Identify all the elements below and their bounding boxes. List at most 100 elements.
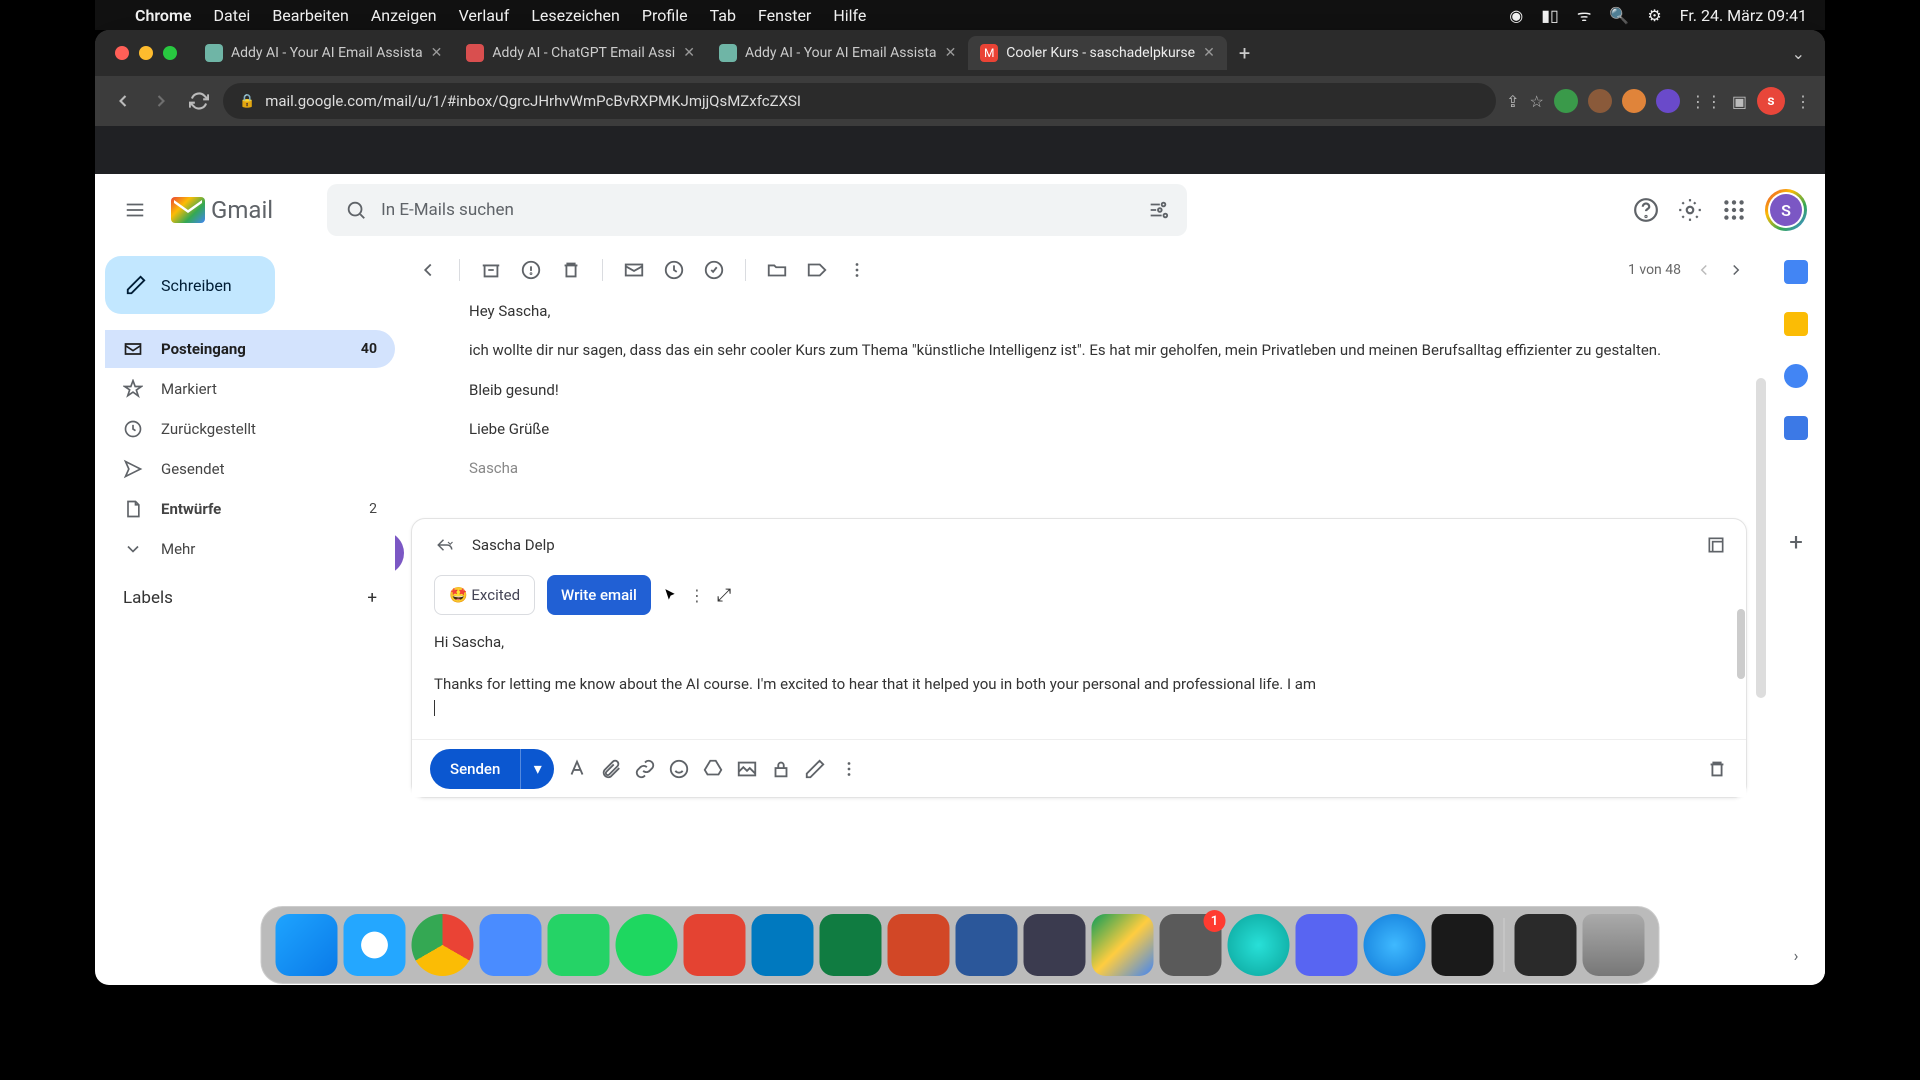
delete-icon[interactable] bbox=[560, 259, 582, 281]
dock-excel[interactable] bbox=[820, 914, 882, 976]
sidebar-item-inbox[interactable]: Posteingang 40 bbox=[105, 330, 395, 368]
dock-app-grid[interactable] bbox=[1515, 914, 1577, 976]
control-center-icon[interactable]: ⚙︎ bbox=[1647, 6, 1661, 25]
add-label-button[interactable]: + bbox=[367, 588, 377, 608]
dock-whatsapp[interactable] bbox=[548, 914, 610, 976]
window-zoom-button[interactable] bbox=[163, 46, 177, 60]
extension-icon[interactable] bbox=[1622, 89, 1646, 113]
tab-close-icon[interactable]: ✕ bbox=[683, 45, 695, 61]
spotlight-icon[interactable]: 🔍 bbox=[1609, 6, 1629, 25]
tune-icon[interactable] bbox=[1147, 199, 1169, 221]
clock[interactable]: Fr. 24. März 09:41 bbox=[1680, 6, 1807, 25]
extension-icon[interactable] bbox=[1656, 89, 1680, 113]
dock-discord[interactable] bbox=[1296, 914, 1358, 976]
browser-tab[interactable]: Addy AI - Your AI Email Assista ✕ bbox=[193, 36, 454, 70]
addy-menu-icon[interactable]: ⋮ bbox=[689, 586, 705, 605]
drive-icon[interactable] bbox=[702, 758, 724, 780]
move-to-icon[interactable] bbox=[766, 259, 788, 281]
mark-unread-icon[interactable] bbox=[623, 259, 645, 281]
label-icon[interactable] bbox=[806, 259, 828, 281]
menu-bearbeiten[interactable]: Bearbeiten bbox=[272, 6, 349, 25]
signature-icon[interactable] bbox=[804, 758, 826, 780]
address-bar[interactable]: 🔒 mail.google.com/mail/u/1/#inbox/QgrcJH… bbox=[223, 83, 1496, 119]
keep-panel-icon[interactable] bbox=[1784, 312, 1808, 336]
account-avatar[interactable]: S bbox=[1765, 189, 1807, 231]
dock-imovie[interactable] bbox=[1024, 914, 1086, 976]
more-menu-icon[interactable] bbox=[846, 259, 868, 281]
pager-prev-icon[interactable] bbox=[1695, 261, 1713, 279]
calendar-panel-icon[interactable] bbox=[1784, 260, 1808, 284]
dock-drive[interactable] bbox=[1092, 914, 1154, 976]
confidential-icon[interactable] bbox=[770, 758, 792, 780]
share-icon[interactable]: ⇪ bbox=[1506, 92, 1519, 111]
reply-type-icon[interactable] bbox=[432, 536, 458, 554]
compose-button[interactable]: Schreiben bbox=[105, 256, 275, 314]
menu-lesezeichen[interactable]: Lesezeichen bbox=[531, 6, 620, 25]
tab-close-icon[interactable]: ✕ bbox=[945, 45, 957, 61]
back-icon[interactable] bbox=[417, 259, 439, 281]
menu-tab[interactable]: Tab bbox=[710, 6, 736, 25]
dock-spotify[interactable] bbox=[616, 914, 678, 976]
help-icon[interactable] bbox=[1633, 197, 1659, 223]
tone-chip[interactable]: 🤩 Excited bbox=[434, 575, 535, 615]
spam-icon[interactable] bbox=[520, 259, 542, 281]
tab-overflow-button[interactable]: ⌄ bbox=[1782, 44, 1815, 63]
snooze-icon[interactable] bbox=[663, 259, 685, 281]
sidebar-item-snoozed[interactable]: Zurückgestellt bbox=[105, 410, 395, 448]
dock-quicktime[interactable] bbox=[1364, 914, 1426, 976]
tasks-panel-icon[interactable] bbox=[1784, 364, 1808, 388]
sidebar-item-starred[interactable]: Markiert bbox=[105, 370, 395, 408]
emoji-icon[interactable] bbox=[668, 758, 690, 780]
dock-chrome[interactable] bbox=[412, 914, 474, 976]
browser-menu-icon[interactable]: ⋮ bbox=[1795, 92, 1811, 111]
dock-todoist[interactable] bbox=[684, 914, 746, 976]
dock-powerpoint[interactable] bbox=[888, 914, 950, 976]
gmail-logo[interactable]: Gmail bbox=[171, 196, 273, 224]
expand-arrow-icon[interactable]: ⤢ bbox=[717, 585, 731, 606]
browser-tab-active[interactable]: M Cooler Kurs - saschadelpkurse ✕ bbox=[968, 36, 1227, 70]
compose-more-icon[interactable] bbox=[838, 758, 860, 780]
new-tab-button[interactable]: + bbox=[1227, 41, 1262, 65]
add-task-icon[interactable] bbox=[703, 259, 725, 281]
menu-hilfe[interactable]: Hilfe bbox=[833, 6, 866, 25]
dock-app[interactable] bbox=[1228, 914, 1290, 976]
browser-profile-avatar[interactable]: s bbox=[1757, 87, 1785, 115]
browser-tab[interactable]: Addy AI - ChatGPT Email Assi ✕ bbox=[454, 36, 707, 70]
nav-forward-button[interactable] bbox=[147, 87, 175, 115]
discard-button[interactable] bbox=[1706, 758, 1728, 780]
extensions-menu-icon[interactable]: ⋮⋮ bbox=[1690, 92, 1722, 111]
sidepanel-icon[interactable]: ▣ bbox=[1732, 92, 1747, 111]
contacts-panel-icon[interactable] bbox=[1784, 416, 1808, 440]
dock-settings[interactable]: 1 bbox=[1160, 914, 1222, 976]
image-icon[interactable] bbox=[736, 758, 758, 780]
extension-icon[interactable] bbox=[1554, 89, 1578, 113]
menu-verlauf[interactable]: Verlauf bbox=[459, 6, 510, 25]
reply-scrollbar[interactable] bbox=[1737, 609, 1745, 679]
collapse-panel-button[interactable]: › bbox=[1794, 946, 1799, 965]
link-icon[interactable] bbox=[634, 758, 656, 780]
window-close-button[interactable] bbox=[115, 46, 129, 60]
scrollbar[interactable] bbox=[1756, 378, 1766, 698]
star-icon[interactable]: ☆ bbox=[1530, 92, 1544, 111]
settings-icon[interactable] bbox=[1677, 197, 1703, 223]
search-input[interactable]: In E-Mails suchen bbox=[327, 184, 1187, 236]
apps-grid-icon[interactable] bbox=[1721, 197, 1747, 223]
dock-trello[interactable] bbox=[752, 914, 814, 976]
send-button[interactable]: Senden bbox=[430, 749, 520, 789]
menu-datei[interactable]: Datei bbox=[214, 6, 251, 25]
browser-tab[interactable]: Addy AI - Your AI Email Assista ✕ bbox=[707, 36, 968, 70]
dock-word[interactable] bbox=[956, 914, 1018, 976]
send-options-button[interactable]: ▾ bbox=[520, 749, 554, 789]
dock-zoom[interactable] bbox=[480, 914, 542, 976]
screenrec-icon[interactable]: ◉ bbox=[1509, 6, 1523, 25]
dock-safari[interactable] bbox=[344, 914, 406, 976]
menu-anzeigen[interactable]: Anzeigen bbox=[371, 6, 437, 25]
window-minimize-button[interactable] bbox=[139, 46, 153, 60]
menu-fenster[interactable]: Fenster bbox=[758, 6, 811, 25]
attach-icon[interactable] bbox=[600, 758, 622, 780]
pager-next-icon[interactable] bbox=[1727, 261, 1745, 279]
sidebar-item-sent[interactable]: Gesendet bbox=[105, 450, 395, 488]
wifi-icon[interactable]: ᯤ bbox=[1577, 4, 1592, 26]
sidebar-item-drafts[interactable]: Entwürfe 2 bbox=[105, 490, 395, 528]
tab-close-icon[interactable]: ✕ bbox=[431, 45, 443, 61]
